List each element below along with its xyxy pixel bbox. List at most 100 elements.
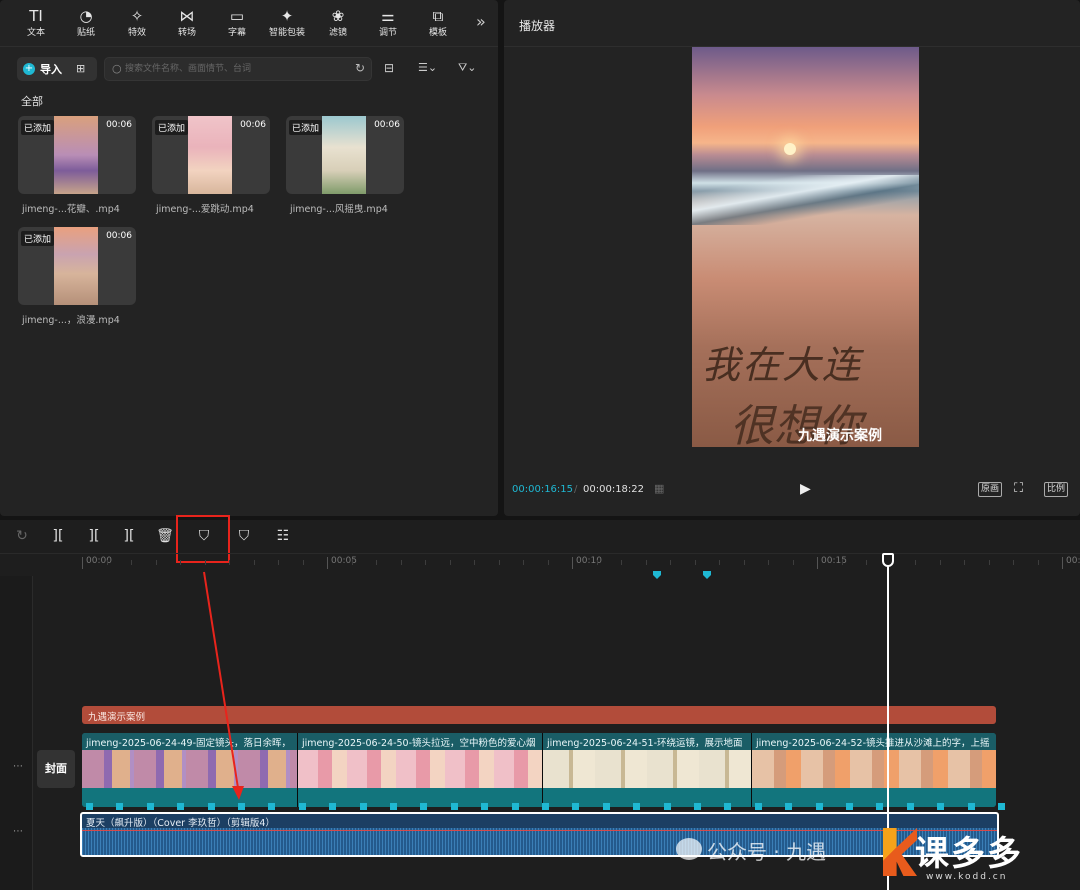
- audio-clip-label: 夏天（飙升版）（Cover 李玖哲）（剪辑版4）: [86, 818, 275, 829]
- media-clip[interactable]: 已添加 00:06: [152, 116, 270, 194]
- beat-marker[interactable]: [906, 803, 914, 810]
- beat-marker[interactable]: [298, 803, 306, 810]
- more-options-icon[interactable]: ⋯: [13, 761, 23, 772]
- ruler-minor-tick: [400, 560, 402, 565]
- ratio-button[interactable]: 比例: [1044, 482, 1069, 497]
- tool-smart-package[interactable]: ✦ 智能包装: [263, 6, 311, 42]
- grid-view-icon[interactable]: ⊟: [384, 61, 394, 75]
- fullscreen-icon[interactable]: ⛶: [1014, 481, 1023, 496]
- current-time: 00:00:16:15: [512, 484, 574, 495]
- tool-sticker[interactable]: ◔ 贴纸: [62, 6, 110, 42]
- beat-marker[interactable]: [146, 803, 154, 810]
- marker-icon[interactable]: ⛉: [234, 528, 254, 544]
- beat-marker[interactable]: [207, 803, 215, 810]
- tool-transition[interactable]: ⋈ 转场: [163, 6, 211, 42]
- beat-marker[interactable]: [846, 803, 853, 810]
- tool-label: 模板: [428, 28, 447, 38]
- video-clip-thumbnails: [298, 750, 542, 788]
- ruler-minor-tick: [645, 560, 647, 565]
- qr-code-icon[interactable]: ⊞: [76, 62, 85, 75]
- video-clip-waveform: [82, 788, 297, 807]
- all-category-label[interactable]: 全部: [21, 93, 43, 109]
- beat-marker[interactable]: [694, 803, 701, 810]
- top-toolbar: TI 文本 ◔ 贴纸 ✧ 特效 ⋈ 转场 ▭ 字幕 ✦ 智能包装 ❀ 滤镜 ⚌ 调节 ⧉ 模板 »: [0, 0, 498, 46]
- beat-marker[interactable]: [542, 803, 549, 810]
- import-button[interactable]: + 导入 ⊞: [17, 57, 97, 81]
- subtitle-icon: ▭: [229, 7, 245, 25]
- beat-marker[interactable]: [481, 803, 489, 810]
- beat-marker[interactable]: [602, 803, 610, 810]
- tool-filter[interactable]: ❀ 滤镜: [314, 6, 362, 42]
- tool-adjust[interactable]: ⚌ 调节: [364, 6, 412, 42]
- more-options-icon[interactable]: ⋯: [13, 826, 23, 837]
- beat-marker[interactable]: [390, 803, 397, 810]
- clip-name: jimeng-...爱跳动.mp4: [156, 204, 254, 215]
- clip-duration: 00:06: [240, 120, 266, 130]
- search-input[interactable]: [125, 61, 350, 77]
- tool-label: 文本: [26, 28, 45, 38]
- beat-marker[interactable]: [116, 803, 124, 810]
- split-icon[interactable]: ][: [48, 528, 68, 544]
- play-button[interactable]: ▶: [800, 481, 811, 497]
- beat-marker[interactable]: [815, 803, 823, 810]
- ruler-minor-tick: [670, 560, 671, 565]
- beat-marker[interactable]: [177, 803, 185, 810]
- effects-icon: ✧: [130, 7, 144, 25]
- beat-marker[interactable]: [86, 803, 93, 810]
- text-track-clip[interactable]: 九遇演示案例: [82, 706, 996, 724]
- subtitle-edit-icon[interactable]: ☷: [273, 528, 293, 544]
- ruler-label: 00:10: [576, 556, 602, 566]
- tool-template[interactable]: ⧉ 模板: [414, 6, 462, 42]
- beat-marker[interactable]: [937, 803, 945, 810]
- delete-icon[interactable]: 🗑: [155, 528, 175, 544]
- beat-marker[interactable]: [724, 803, 732, 810]
- more-tools-icon[interactable]: »: [476, 12, 494, 31]
- audio-track-clip[interactable]: 夏天（飙升版）（Cover 李玖哲）（剪辑版4）: [80, 812, 999, 857]
- beat-marker[interactable]: [998, 803, 1005, 810]
- original-quality-button[interactable]: 原画: [978, 482, 1003, 497]
- beat-marker[interactable]: [754, 803, 762, 810]
- highlight-box: [176, 515, 230, 563]
- beat-marker[interactable]: [967, 803, 975, 810]
- media-clip[interactable]: 已添加 00:06: [18, 227, 136, 305]
- refresh-icon[interactable]: ↻: [355, 61, 365, 75]
- beat-marker[interactable]: [511, 803, 519, 810]
- video-clip[interactable]: jimeng-2025-06-24-50-镜头拉远，空中粉色的爱心烟: [298, 733, 543, 807]
- tool-effects[interactable]: ✧ 特效: [113, 6, 161, 42]
- beat-marker[interactable]: [238, 803, 245, 810]
- tool-label: 转场: [177, 28, 196, 38]
- beat-marker[interactable]: [329, 803, 337, 810]
- playhead-handle[interactable]: [882, 553, 894, 567]
- transition-icon: ⋈: [179, 7, 195, 25]
- beat-marker[interactable]: [268, 803, 276, 810]
- ruler-tick: [327, 557, 328, 569]
- video-preview[interactable]: 我在大连 很想你 九遇演示案例: [692, 47, 919, 447]
- beat-marker[interactable]: [876, 803, 884, 810]
- tool-subtitle[interactable]: ▭ 字幕: [213, 6, 261, 42]
- split-left-icon[interactable]: ][: [84, 528, 104, 544]
- frames-icon[interactable]: ▦: [654, 482, 664, 495]
- split-right-icon[interactable]: ][: [119, 528, 139, 544]
- beat-marker[interactable]: [450, 803, 458, 810]
- video-clip[interactable]: jimeng-2025-06-24-49-固定镜头，落日余晖，: [82, 733, 298, 807]
- video-clip[interactable]: jimeng-2025-06-24-52-镜头推进从沙滩上的字，上摇: [752, 733, 996, 807]
- tool-label: 贴纸: [76, 28, 95, 38]
- media-clip[interactable]: 已添加 00:06: [286, 116, 404, 194]
- sort-icon[interactable]: ☰⌄: [418, 61, 437, 74]
- beat-marker[interactable]: [633, 803, 641, 810]
- import-label: 导入: [40, 63, 62, 76]
- filter-dropdown-icon[interactable]: ⛛⌄: [458, 61, 476, 75]
- media-clip[interactable]: 已添加 00:06: [18, 116, 136, 194]
- video-clip[interactable]: jimeng-2025-06-24-51-环绕运镜，展示地面: [543, 733, 752, 807]
- beat-marker[interactable]: [663, 803, 671, 810]
- beat-marker[interactable]: [359, 803, 367, 810]
- ruler-minor-tick: [621, 560, 622, 565]
- cover-button[interactable]: 封面: [37, 750, 75, 788]
- ruler-tick: [1062, 557, 1063, 569]
- beat-marker[interactable]: [785, 803, 793, 810]
- beat-marker[interactable]: [420, 803, 428, 810]
- ruler-minor-tick: [278, 560, 279, 565]
- beat-marker[interactable]: [572, 803, 580, 810]
- redo-icon[interactable]: ↻: [12, 528, 32, 544]
- tool-text[interactable]: TI 文本: [12, 6, 60, 42]
